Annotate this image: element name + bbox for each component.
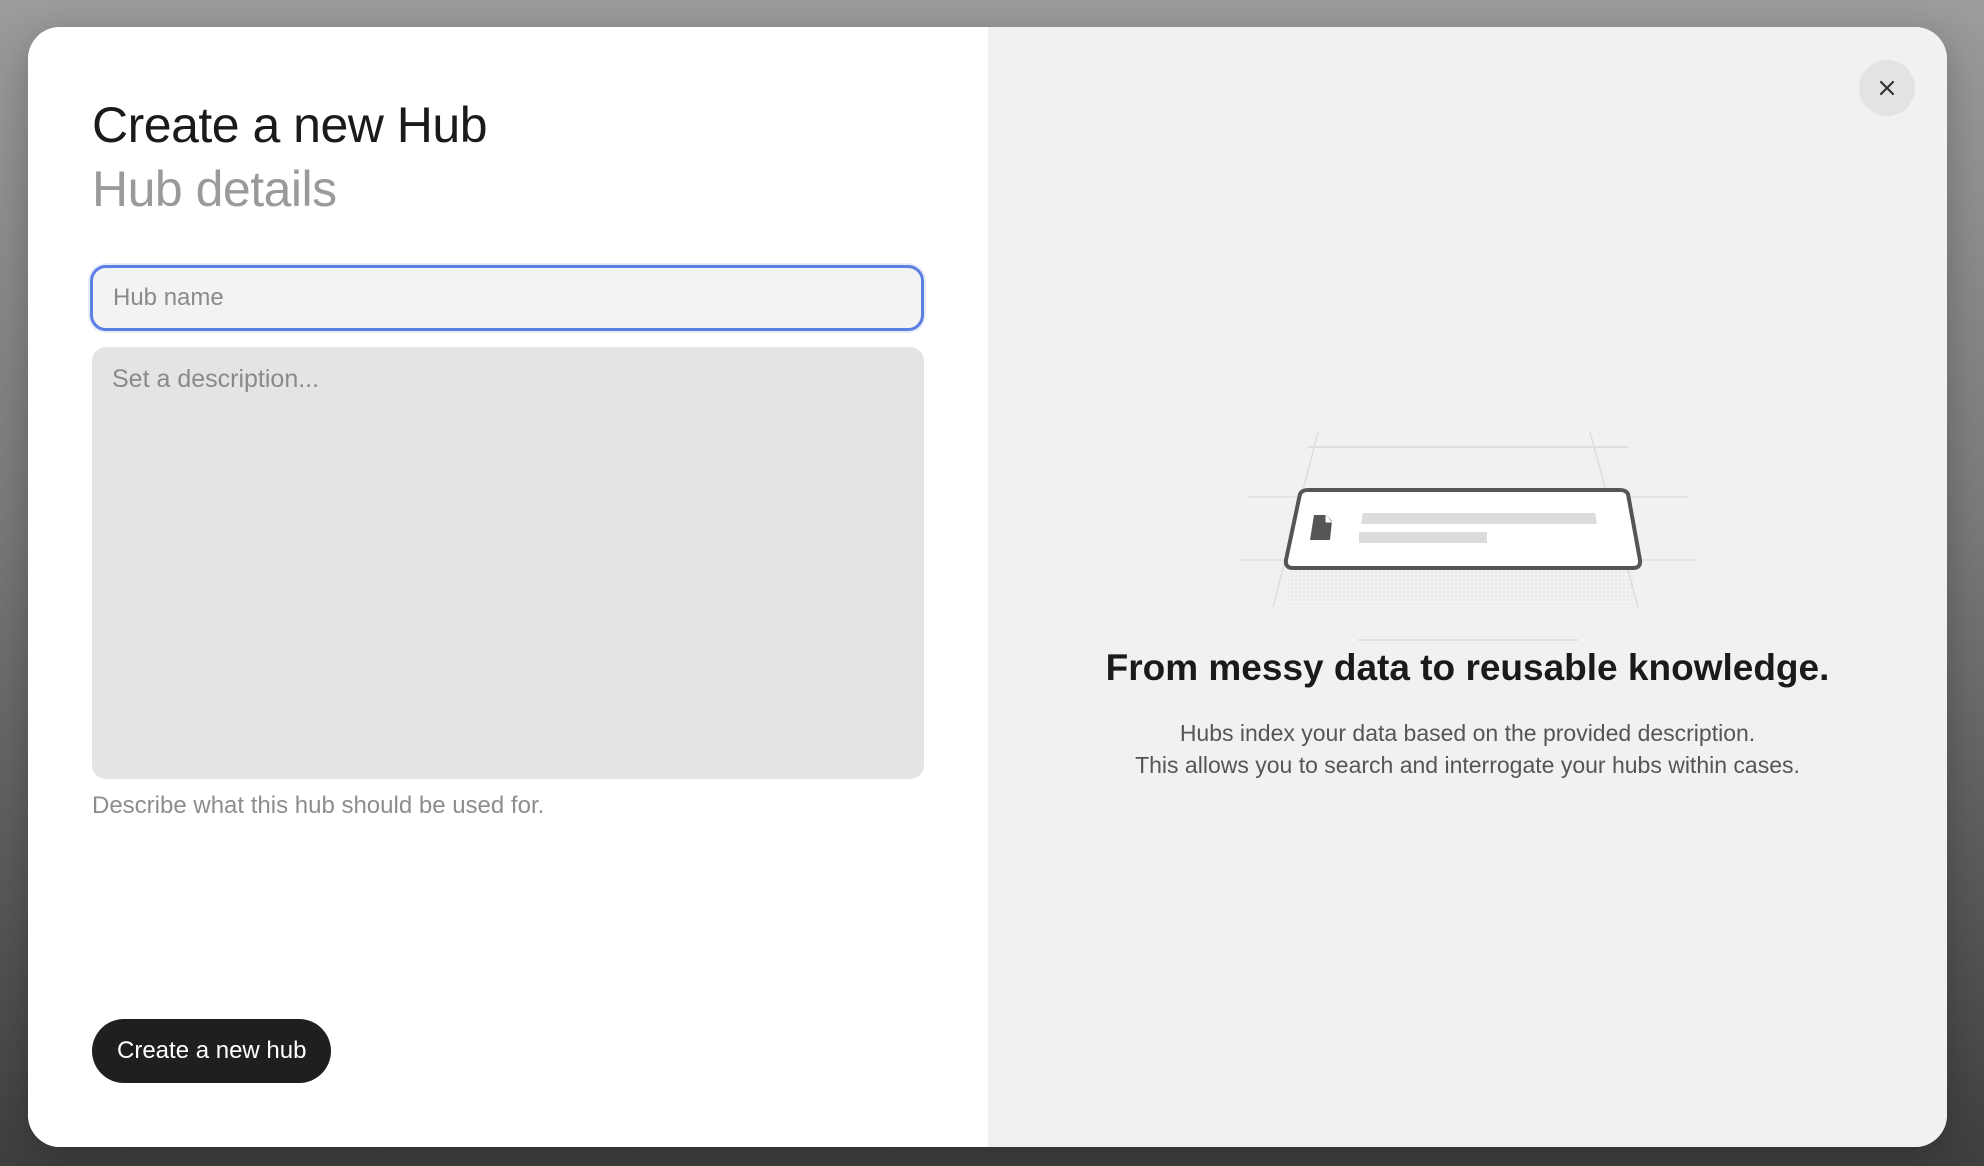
info-line-2: This allows you to search and interrogat… bbox=[1135, 752, 1800, 778]
info-headline: From messy data to reusable knowledge. bbox=[1105, 647, 1830, 688]
modal-title: Create a new Hub bbox=[92, 97, 488, 153]
hub-card-illustration bbox=[1238, 431, 1698, 641]
form-panel: Create a new Hub Hub details Describe wh… bbox=[28, 27, 988, 1147]
close-button[interactable] bbox=[1859, 60, 1915, 116]
info-description: Hubs index your data based on the provid… bbox=[988, 717, 1947, 781]
close-icon bbox=[1879, 80, 1895, 96]
modal-subtitle: Hub details bbox=[92, 161, 337, 217]
create-hub-modal: Create a new Hub Hub details Describe wh… bbox=[28, 27, 1947, 1147]
create-hub-button[interactable]: Create a new hub bbox=[92, 1019, 332, 1083]
hub-description-input[interactable] bbox=[92, 347, 924, 779]
hub-name-input[interactable] bbox=[90, 265, 924, 331]
info-panel: From messy data to reusable knowledge. H… bbox=[988, 27, 1947, 1147]
description-hint: Describe what this hub should be used fo… bbox=[92, 792, 545, 819]
info-line-1: Hubs index your data based on the provid… bbox=[1179, 720, 1756, 746]
